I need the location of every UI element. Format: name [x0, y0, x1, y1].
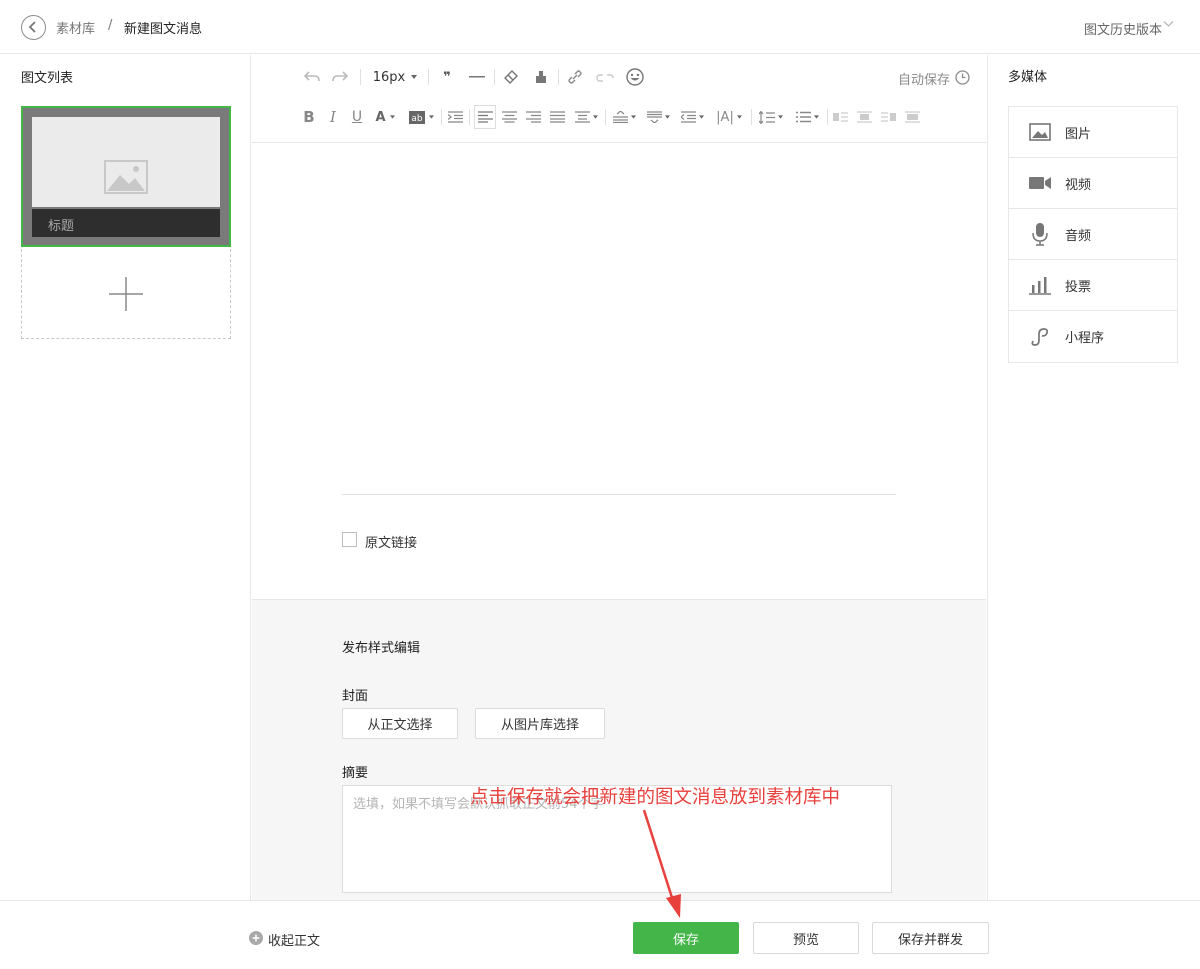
article-card[interactable]: 标题 [21, 106, 231, 247]
original-link-checkbox[interactable] [342, 532, 357, 547]
italic-icon[interactable]: I [326, 105, 340, 129]
plus-icon [109, 277, 143, 311]
breadcrumb-library-link[interactable]: 素材库 [56, 18, 95, 37]
paragraph-spacing-bottom-icon[interactable] [644, 105, 672, 129]
outdent-icon[interactable] [678, 105, 706, 129]
align-justify-icon[interactable] [548, 105, 566, 129]
article-list-title: 图文列表 [21, 71, 74, 86]
collapse-icon[interactable] [249, 931, 263, 945]
breadcrumb-separator: / [108, 18, 113, 33]
font-size-value: 16px [372, 69, 406, 85]
media-item-video[interactable]: 视频 [1009, 158, 1177, 209]
add-article-button[interactable] [21, 249, 231, 339]
microphone-icon [1032, 223, 1048, 246]
vote-chart-icon [1029, 277, 1051, 295]
float-none-icon[interactable] [856, 105, 872, 129]
editor-area: 16px ❞ 自动保存 B I U A ab |A| 原文链接 发布样式编辑 封… [252, 55, 986, 900]
emoji-icon[interactable] [624, 65, 646, 89]
clock-icon[interactable] [955, 70, 970, 85]
media-item-mini-program[interactable]: 小程序 [1009, 311, 1177, 362]
media-item-label: 小程序 [1065, 331, 1105, 346]
media-item-label: 音频 [1065, 229, 1092, 244]
float-center-icon[interactable] [904, 105, 920, 129]
media-item-label: 图片 [1065, 127, 1092, 142]
svg-text:ab: ab [411, 114, 423, 124]
align-right-icon[interactable] [524, 105, 542, 129]
multimedia-title: 多媒体 [1008, 70, 1048, 85]
multimedia-list: 图片 视频 音频 投票 小程序 [1008, 106, 1178, 363]
publish-settings-title: 发布样式编辑 [342, 641, 421, 656]
cover-label: 封面 [342, 689, 369, 704]
cover-placeholder [32, 117, 220, 207]
indent-icon[interactable] [446, 105, 464, 129]
align-left-icon[interactable] [474, 105, 496, 129]
top-bar: 素材库 / 新建图文消息 图文历史版本 [0, 0, 1200, 54]
footer-bar: 收起正文 保存 预览 保存并群发 [0, 900, 1200, 969]
media-item-label: 投票 [1065, 280, 1092, 295]
body-divider [342, 494, 896, 495]
image-placeholder-icon [104, 160, 148, 194]
paragraph-spacing-top-icon[interactable] [610, 105, 638, 129]
eraser-icon[interactable] [500, 65, 522, 89]
summary-label: 摘要 [342, 766, 369, 781]
float-left-icon[interactable] [832, 105, 848, 129]
save-and-send-button[interactable]: 保存并群发 [872, 922, 989, 954]
font-size-select[interactable]: 16px [370, 65, 420, 89]
back-button[interactable] [21, 15, 46, 40]
format-brush-icon[interactable] [530, 65, 552, 89]
card-title-bar: 标题 [32, 209, 220, 237]
publish-settings: 发布样式编辑 封面 从正文选择 从图片库选择 摘要 选填，如果不填写会默认抓取正… [252, 599, 986, 900]
multimedia-panel: 多媒体 图片 视频 音频 投票 小程序 [987, 55, 1200, 900]
letter-spacing-icon[interactable]: |A| [712, 105, 746, 129]
mini-program-icon [1031, 328, 1049, 346]
annotation-text: 点击保存就会把新建的图文消息放到素材库中 [470, 787, 841, 808]
original-link-label: 原文链接 [365, 536, 418, 551]
link-icon[interactable] [564, 65, 586, 89]
chevron-down-icon[interactable] [1163, 20, 1174, 28]
chevron-left-icon [28, 21, 36, 33]
media-item-audio[interactable]: 音频 [1009, 209, 1177, 260]
undo-icon[interactable] [302, 65, 322, 89]
line-height-icon[interactable] [756, 105, 786, 129]
card-title: 标题 [48, 219, 75, 234]
unlink-icon[interactable] [594, 65, 616, 89]
image-icon [1029, 123, 1051, 141]
bold-icon[interactable]: B [302, 105, 316, 129]
preview-button[interactable]: 预览 [753, 922, 859, 954]
underline-icon[interactable]: U [350, 105, 364, 129]
redo-icon[interactable] [330, 65, 350, 89]
font-color-icon[interactable]: A [372, 105, 398, 129]
highlight-color-icon[interactable]: ab [406, 105, 436, 129]
media-item-label: 视频 [1065, 178, 1092, 193]
toolbar-divider [252, 142, 986, 143]
align-center-icon[interactable] [500, 105, 518, 129]
cover-from-library-button[interactable]: 从图片库选择 [475, 708, 605, 739]
article-list-panel: 图文列表 标题 [0, 55, 251, 900]
text-align-dropdown-icon[interactable] [572, 105, 600, 129]
autosave-label: 自动保存 [897, 73, 950, 88]
save-button[interactable]: 保存 [633, 922, 739, 954]
video-icon [1029, 177, 1051, 189]
collapse-body-button[interactable]: 收起正文 [268, 930, 320, 949]
quote-icon[interactable]: ❞ [436, 65, 458, 89]
list-icon[interactable] [792, 105, 822, 129]
history-version-link[interactable]: 图文历史版本 [1084, 19, 1162, 38]
horizontal-rule-icon[interactable] [466, 65, 488, 89]
media-item-image[interactable]: 图片 [1009, 107, 1177, 158]
media-item-vote[interactable]: 投票 [1009, 260, 1177, 311]
float-right-icon[interactable] [880, 105, 896, 129]
annotation-arrow [642, 809, 681, 918]
page-title: 新建图文消息 [124, 22, 203, 37]
cover-from-body-button[interactable]: 从正文选择 [342, 708, 458, 739]
